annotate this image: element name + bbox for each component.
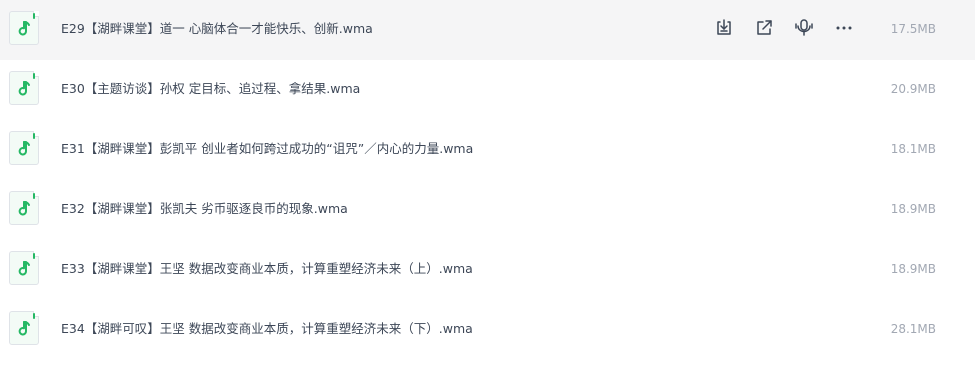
file-name[interactable]: E29【湖畔课堂】道一 心脑体合一才能快乐、创新.wma [61,0,373,60]
file-name[interactable]: E34【湖畔可叹】王坚 数据改变商业本质，计算重塑经济未来（下）.wma [61,300,473,360]
file-size: 18.9MB [890,262,936,276]
file-row[interactable]: E29【湖畔课堂】道一 心脑体合一才能快乐、创新.wma 17.5MB [0,0,975,60]
audio-file-icon [9,251,39,285]
audio-file-icon [9,311,39,345]
file-list: E29【湖畔课堂】道一 心脑体合一才能快乐、创新.wma 17.5MB E30【… [0,0,975,360]
file-size: 20.9MB [890,82,936,96]
file-row[interactable]: E32【湖畔课堂】张凯夫 劣币驱逐良币的现象.wma 18.9MB [0,180,975,240]
audio-file-icon [9,11,39,45]
share-icon[interactable] [752,16,776,40]
file-size: 17.5MB [890,22,936,36]
file-row[interactable]: E30【主题访谈】孙权 定目标、追过程、拿结果.wma 20.9MB [0,60,975,120]
file-size: 18.1MB [890,142,936,156]
file-row[interactable]: E33【湖畔课堂】王坚 数据改变商业本质，计算重塑经济未来（上）.wma 18.… [0,240,975,300]
podcast-icon[interactable] [792,16,816,40]
download-icon[interactable] [712,16,736,40]
file-row[interactable]: E31【湖畔课堂】彭凯平 创业者如何跨过成功的“诅咒”／内心的力量.wma 18… [0,120,975,180]
audio-file-icon [9,191,39,225]
audio-file-icon [9,71,39,105]
file-name[interactable]: E32【湖畔课堂】张凯夫 劣币驱逐良币的现象.wma [61,180,348,240]
more-icon[interactable] [832,16,856,40]
file-row[interactable]: E34【湖畔可叹】王坚 数据改变商业本质，计算重塑经济未来（下）.wma 28.… [0,300,975,360]
file-name[interactable]: E31【湖畔课堂】彭凯平 创业者如何跨过成功的“诅咒”／内心的力量.wma [61,120,473,180]
file-size: 18.9MB [890,202,936,216]
file-name[interactable]: E30【主题访谈】孙权 定目标、追过程、拿结果.wma [61,60,360,120]
row-actions [712,15,872,41]
file-size: 28.1MB [890,322,936,336]
audio-file-icon [9,131,39,165]
file-name[interactable]: E33【湖畔课堂】王坚 数据改变商业本质，计算重塑经济未来（上）.wma [61,240,473,300]
